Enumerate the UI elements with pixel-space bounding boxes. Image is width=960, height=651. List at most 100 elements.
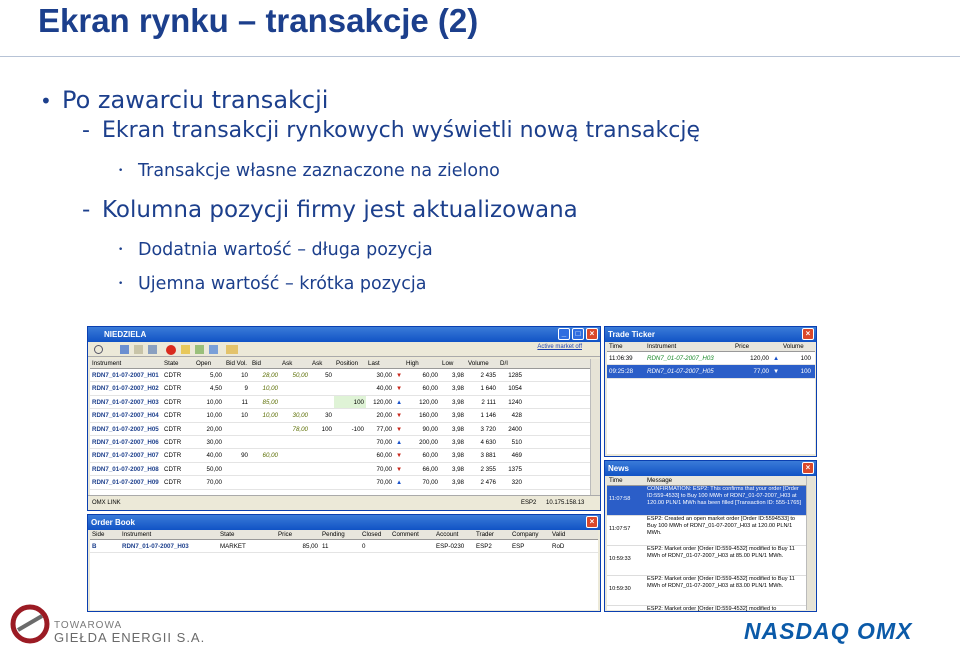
table-cell: 60,00 <box>422 372 438 379</box>
table-cell <box>334 369 366 381</box>
news-message: CONFIRMATION: ESP2: This confirms that y… <box>647 486 802 507</box>
table-cell: 3,98 <box>451 479 464 487</box>
table-cell: ▼ <box>396 465 403 473</box>
dropdown-icon[interactable] <box>226 345 238 354</box>
status-ip: 10.175.158.13 <box>546 500 585 506</box>
order-book-title: Order Book <box>91 518 136 527</box>
order-row[interactable]: B RDN7_01-07-2007_H03 MARKET 85,00 11 0 ESP-02… <box>90 540 598 554</box>
title-divider <box>0 56 960 57</box>
dot-marker: • <box>118 245 124 255</box>
table-cell: 1 146 <box>480 412 496 420</box>
table-cell: CDTR <box>164 479 182 487</box>
news-title: News <box>608 464 629 473</box>
table-row[interactable]: RDN7_01-07-2007_H09 CDTR 70,00 70,00 ▲ 70,00 3… <box>90 476 590 490</box>
bullet-text: Ekran transakcji rynkowych wyświetli now… <box>102 118 701 143</box>
table-row[interactable]: RDN7_01-07-2007_H08 CDTR 50,00 70,00 ▼ 66,00 3… <box>90 463 590 477</box>
close-icon[interactable]: × <box>802 328 814 340</box>
column-header: Company <box>512 531 539 538</box>
news-message: ESP2: Market order [Order ID:559-4532] m… <box>647 576 795 590</box>
news-row[interactable]: 10:59:30 ESP2: Market order [Order ID:559… <box>607 576 807 606</box>
table-cell: 2 435 <box>480 372 496 379</box>
ticker-body: 11:06:39 RDN7_01-07-2007_H03 120,00 ▲ 100 09:… <box>607 352 815 379</box>
table-cell: 10 <box>241 412 248 420</box>
table-cell <box>334 436 366 448</box>
new-icon[interactable] <box>120 345 129 354</box>
column-header: Position <box>336 360 359 367</box>
status-user: ESP2 <box>521 500 537 506</box>
table-row[interactable]: RDN7_01-07-2007_H03 CDTR 10,00 11 85,00 100 12… <box>90 395 590 410</box>
table-cell: 3,98 <box>451 385 464 393</box>
table-cell <box>334 449 366 461</box>
news-time: 11:07:58 <box>609 496 631 502</box>
table-cell: 77,00 <box>376 425 392 433</box>
settings-icon[interactable] <box>209 345 218 354</box>
copy-icon[interactable] <box>134 345 143 354</box>
table-cell: 1240 <box>508 398 522 406</box>
order-cell <box>390 540 434 552</box>
active-market-toggle[interactable]: Active market off <box>537 344 582 350</box>
table-cell <box>280 396 310 408</box>
table-cell: RDN7_01-07-2007_H02 <box>92 385 159 393</box>
order-cell: ESP-0230 <box>436 543 465 550</box>
ticker-row[interactable]: 11:06:39 RDN7_01-07-2007_H03 120,00 ▲ 100 <box>607 352 815 366</box>
bullet-level3: • Dodatnia wartość – długa pozycja <box>118 240 433 260</box>
order-cell: MARKET <box>220 543 246 550</box>
news-row[interactable]: 11:07:57 ESP2: Created an open market ord… <box>607 516 807 546</box>
maximize-icon[interactable]: □ <box>572 328 584 340</box>
news-row[interactable]: 11:07:58 CONFIRMATION: ESP2: This confirm… <box>607 486 807 516</box>
bullet-text: Transakcje własne zaznaczone na zielono <box>138 161 500 181</box>
table-cell: 70,00 <box>206 479 222 487</box>
table-row[interactable]: RDN7_01-07-2007_H07 CDTR 40,00 90 60,00 60,00… <box>90 449 590 463</box>
table-cell: 20,00 <box>206 425 222 433</box>
close-icon[interactable]: × <box>586 328 598 340</box>
column-header: Volume <box>783 343 804 350</box>
folder-icon[interactable] <box>181 345 190 354</box>
table-row[interactable]: RDN7_01-07-2007_H05 CDTR 20,00 78,00 100 -100… <box>90 423 590 436</box>
news-scrollbar[interactable] <box>806 476 815 610</box>
column-header: Last <box>368 360 380 367</box>
chart-icon[interactable] <box>195 345 204 354</box>
table-row[interactable]: RDN7_01-07-2007_H01 CDTR 5,00 10 28,00 50,00 5… <box>90 369 590 383</box>
column-header: Time <box>609 477 623 484</box>
column-header: Trader <box>476 531 494 538</box>
news-row[interactable]: 10:59:33 ESP2: Market order [Order ID:559… <box>607 546 807 576</box>
column-header: State <box>164 360 179 367</box>
column-header: Side <box>92 531 105 538</box>
news-grid: Time Message 11:07:58 CONFIRMATION: ESP2: … <box>607 476 807 611</box>
close-icon[interactable]: × <box>586 516 598 528</box>
table-cell: 428 <box>511 412 522 420</box>
column-header: Account <box>436 531 459 538</box>
minimize-icon[interactable]: _ <box>558 328 570 340</box>
table-cell: 5,00 <box>209 372 222 379</box>
trade-ticker-title: Trade Ticker <box>608 330 655 339</box>
table-row[interactable]: RDN7_01-07-2007_H06 CDTR 30,00 70,00 ▲ 200,00… <box>90 436 590 450</box>
ticker-header: Time Instrument Price Volume <box>607 342 815 352</box>
ticker-row[interactable]: 09:25:28 RDN7_01-07-2007_H05 77,00 ▼ 100 <box>607 365 815 379</box>
table-cell: 3,98 <box>451 398 464 406</box>
market-scrollbar[interactable] <box>590 359 600 495</box>
table-cell: 100 <box>321 425 332 433</box>
market-header: Instrument State Open Bid Vol. Bid Ask Ask Posi… <box>90 359 590 369</box>
table-cell: 11 <box>241 398 248 406</box>
order-book-body: B RDN7_01-07-2007_H03 MARKET 85,00 11 0 ESP-02… <box>90 540 598 554</box>
table-cell <box>310 382 334 394</box>
close-icon[interactable]: × <box>802 462 814 474</box>
news-row[interactable]: ESP2: Market order [Order ID:559-4532] m… <box>607 606 807 611</box>
print-icon[interactable] <box>148 345 157 354</box>
column-header: Closed <box>362 531 382 538</box>
table-cell: 30 <box>325 412 332 420</box>
table-cell: RDN7_01-07-2007_H09 <box>92 479 159 487</box>
trade-ticker-titlebar: Trade Ticker × <box>605 327 816 342</box>
table-cell: 50,00 <box>292 372 308 379</box>
ticker-grid: Time Instrument Price Volume 11:06:39 RDN7_0… <box>607 342 815 454</box>
table-cell <box>334 476 366 488</box>
stop-icon[interactable] <box>166 345 176 355</box>
tge-line2: GIEŁDA ENERGII S.A. <box>54 630 206 645</box>
table-cell <box>280 449 310 461</box>
ticker-cell: ▲ <box>773 355 780 362</box>
search-icon[interactable] <box>94 345 103 354</box>
table-row[interactable]: RDN7_01-07-2007_H04 CDTR 10,00 10 10,00 30,00… <box>90 409 590 423</box>
table-row[interactable]: RDN7_01-07-2007_H02 CDTR 4,50 9 10,00 40,00 ▼ 6… <box>90 382 590 396</box>
table-cell: 100 <box>334 395 366 409</box>
table-cell: CDTR <box>164 465 182 473</box>
